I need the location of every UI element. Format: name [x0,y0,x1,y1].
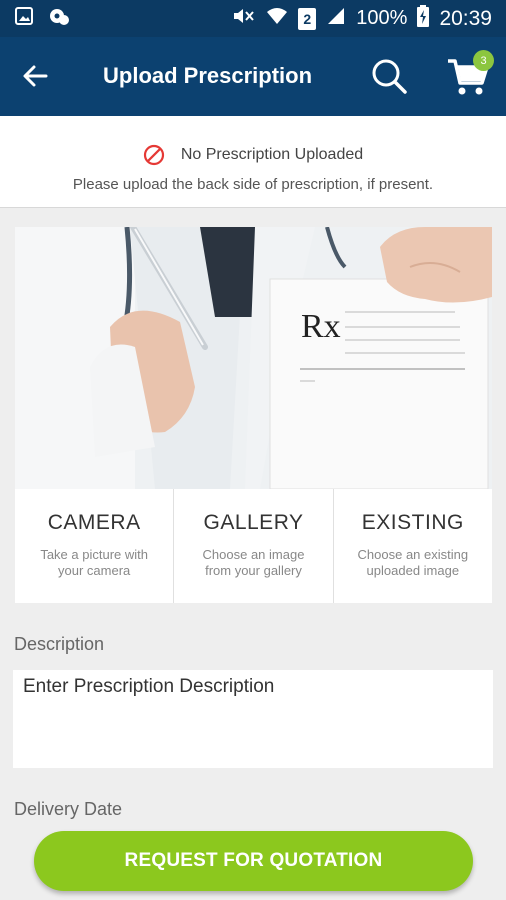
arrow-back-icon [23,65,48,87]
rx-symbol: Rx [301,308,341,345]
prescription-status-banner: No Prescription Uploaded Please upload t… [0,116,506,208]
battery-icon [417,4,430,33]
battery-percent: 100% [356,7,408,29]
option-description: Choose an image from your gallery [202,547,305,578]
search-icon [372,59,407,94]
description-label: Description [14,634,105,654]
option-title: CAMERA [47,511,141,534]
clock: 20:39 [439,6,492,30]
existing-option[interactable]: EXISTING Choose an existing uploaded ima… [333,489,492,603]
status-hint: Please upload the back side of prescript… [72,176,434,193]
option-title: EXISTING [361,511,464,534]
status-message: No Prescription Uploaded [180,146,364,163]
cart-count-badge: 3 [473,50,494,71]
signal-icon [326,6,346,32]
app-bar: Upload Prescription 3 [0,37,506,116]
delivery-date-label: Delivery Date [14,799,123,819]
description-input[interactable] [23,676,483,762]
back-button[interactable] [18,59,52,93]
option-description: Choose an existing uploaded image [357,547,469,578]
description-box [13,670,493,768]
request-quotation-button[interactable]: REQUEST FOR QUOTATION [34,831,473,891]
prohibited-icon [143,144,164,166]
search-button[interactable] [370,57,408,95]
upload-options: CAMERA Take a picture with your camera G… [15,489,492,603]
option-title: GALLERY [203,511,304,534]
gallery-option[interactable]: GALLERY Choose an image from your galler… [174,489,333,603]
prescription-photo: Rx [15,227,492,489]
status-bar: 2 100% 20:39 [0,0,506,37]
settings-notification-icon [48,5,70,32]
mute-icon [232,6,256,32]
camera-option[interactable]: CAMERA Take a picture with your camera [15,489,174,603]
wifi-icon [266,6,288,32]
option-description: Take a picture with your camera [40,547,148,578]
page-title: Upload Prescription [103,63,313,88]
sim-icon: 2 [298,7,317,30]
image-notification-icon [14,6,34,31]
